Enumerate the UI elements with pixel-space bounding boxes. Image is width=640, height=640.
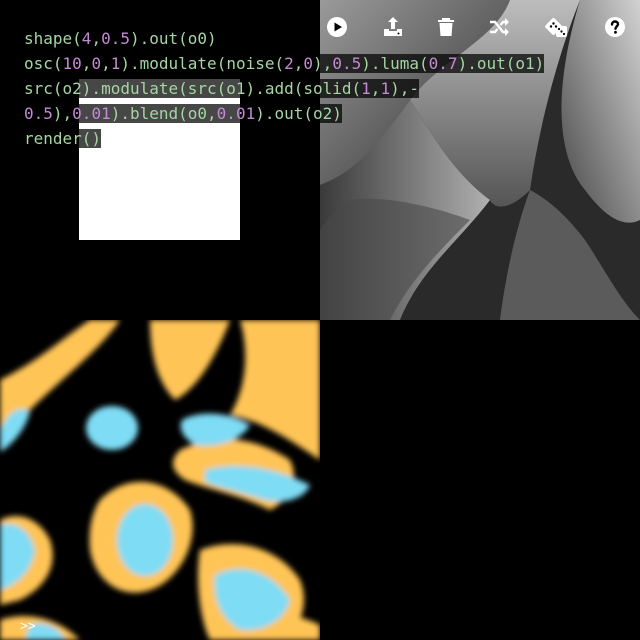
console-prompt: >>: [20, 619, 36, 634]
code-token: ),-: [390, 79, 419, 98]
code-token: ).out(o2): [255, 104, 342, 123]
code-number-token: 0.7: [428, 54, 458, 73]
code-number-token: 2: [284, 54, 294, 73]
code-token: ,: [293, 54, 304, 73]
help-button[interactable]: [600, 12, 630, 42]
output-o2-preview: [0, 320, 320, 640]
code-number-token: 4: [81, 29, 92, 48]
trash-icon: [438, 18, 454, 36]
code-token: ,: [81, 54, 92, 73]
code-number-token: 0.01: [72, 104, 111, 123]
code-line[interactable]: 0.5),0.01).blend(o0,0.01).out(o2): [24, 101, 544, 126]
code-token: ),: [313, 54, 333, 73]
code-number-token: 0: [91, 54, 102, 73]
code-number-token: 0.5: [332, 54, 362, 73]
code-number-token: 1: [110, 54, 121, 73]
code-number-token: 1: [361, 79, 371, 98]
shuffle-icon: [490, 18, 509, 36]
code-line[interactable]: render(): [24, 126, 544, 151]
output-o3-preview: [320, 320, 640, 640]
toolbar: [320, 12, 640, 42]
code-number-token: 0: [303, 54, 314, 73]
code-number-token: 10: [62, 54, 82, 73]
code-token: shape(: [24, 29, 82, 48]
upload-icon: [384, 17, 402, 36]
code-number-token: 0.5: [24, 104, 53, 123]
color-blob-feedback: [0, 320, 320, 640]
code-token: ).blend(o0,: [110, 104, 217, 123]
random-button[interactable]: [542, 12, 572, 42]
code-token: ).out(o0): [129, 29, 217, 48]
run-button[interactable]: [322, 12, 352, 42]
code-token: ),: [52, 104, 73, 123]
code-token: ,: [101, 54, 111, 73]
code-line[interactable]: osc(10,0,1).modulate(noise(2,0),0.5).lum…: [24, 51, 545, 76]
code-token: ).luma(: [361, 54, 429, 73]
code-number-token: 0.5: [101, 29, 130, 48]
code-token: ).modulate(noise(: [120, 54, 285, 73]
help-circle-icon: [605, 17, 625, 37]
code-line[interactable]: src(o2).modulate(src(o1).add(solid(1,1),…: [24, 76, 544, 101]
code-editor[interactable]: shape(4,0.5).out(o0) osc(10,0,1).modulate…: [24, 26, 545, 151]
clear-button[interactable]: [431, 12, 461, 42]
code-number-token: 0.01: [216, 104, 256, 123]
code-number-token: 1: [380, 79, 391, 98]
code-token: render(): [24, 129, 102, 148]
code-token: ).out(o1): [457, 54, 545, 73]
code-token: src(o2).modulate(src(o1).add(solid(: [24, 79, 362, 98]
code-token: ,: [370, 79, 381, 98]
shuffle-button[interactable]: [484, 12, 514, 42]
code-token: ,: [91, 29, 102, 48]
dice-icon: [545, 18, 567, 37]
code-token: osc(: [24, 54, 63, 73]
upload-button[interactable]: [378, 12, 408, 42]
play-circle-icon: [327, 17, 347, 37]
